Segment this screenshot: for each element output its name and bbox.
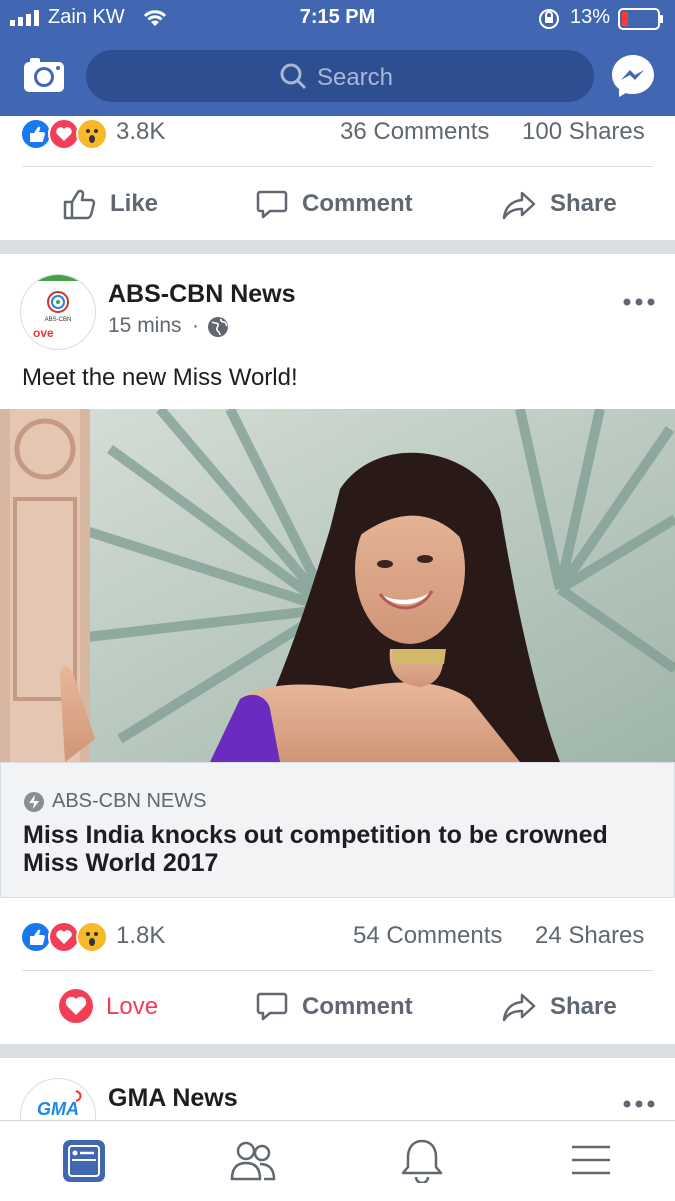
share-label: Share bbox=[550, 993, 617, 1020]
thumbs-up-icon bbox=[63, 189, 96, 220]
like-button[interactable]: Like bbox=[62, 186, 182, 222]
top-post-card: 3.8K 36 Comments 100 Shares Like Comment… bbox=[0, 116, 675, 240]
comments-count[interactable]: 36 Comments bbox=[340, 118, 489, 146]
comment-icon bbox=[256, 992, 288, 1021]
rotation-lock-icon bbox=[538, 8, 560, 35]
instant-article-icon bbox=[23, 791, 45, 818]
divider bbox=[22, 166, 653, 167]
love-icon bbox=[59, 989, 93, 1023]
reactions-count[interactable]: 1.8K bbox=[116, 922, 165, 950]
link-source: ABS-CBN NEWS bbox=[52, 790, 207, 812]
post-photo[interactable] bbox=[0, 409, 675, 762]
love-button[interactable]: Love bbox=[58, 988, 178, 1024]
battery-percent: 13% bbox=[570, 6, 611, 28]
wow-reaction-icon bbox=[76, 921, 108, 953]
shares-count[interactable]: 100 Shares bbox=[522, 118, 645, 146]
menu-icon[interactable] bbox=[570, 1143, 612, 1182]
camera-icon[interactable] bbox=[22, 56, 66, 99]
post-card: ABS-CBN ove ABS-CBN News 15 mins · Meet … bbox=[0, 254, 675, 1044]
comment-label: Comment bbox=[302, 993, 413, 1020]
more-options-icon[interactable] bbox=[622, 294, 656, 312]
comments-count[interactable]: 54 Comments bbox=[353, 922, 502, 950]
wow-reaction-icon bbox=[76, 118, 108, 150]
gma-logo-text: GMA bbox=[37, 1099, 79, 1119]
battery-icon bbox=[618, 8, 664, 35]
more-options-icon[interactable] bbox=[622, 1096, 656, 1114]
messenger-icon[interactable] bbox=[610, 53, 656, 104]
comment-label: Comment bbox=[302, 190, 413, 217]
page-avatar[interactable]: ABS-CBN ove bbox=[20, 274, 96, 350]
divider bbox=[22, 970, 653, 971]
love-label: Love bbox=[106, 993, 159, 1020]
globe-icon bbox=[206, 315, 230, 344]
link-title[interactable]: Miss India knocks out competition to be … bbox=[23, 821, 643, 877]
svg-text:ABS-CBN: ABS-CBN bbox=[45, 317, 72, 323]
like-label: Like bbox=[110, 190, 159, 217]
share-icon bbox=[502, 191, 536, 220]
post-time[interactable]: 15 mins bbox=[108, 314, 182, 338]
post-author[interactable]: GMA News bbox=[108, 1084, 238, 1113]
share-icon bbox=[502, 993, 536, 1022]
news-feed-icon[interactable] bbox=[62, 1139, 106, 1188]
share-label: Share bbox=[550, 190, 617, 217]
notifications-icon[interactable] bbox=[400, 1137, 444, 1188]
link-card[interactable]: ABS-CBN NEWS Miss India knocks out compe… bbox=[0, 409, 675, 898]
bottom-tab-bar bbox=[0, 1120, 675, 1201]
app-header: Zain KW 7:15 PM 13% Search bbox=[0, 0, 675, 116]
search-input[interactable]: Search bbox=[86, 50, 594, 102]
share-button[interactable]: Share bbox=[502, 186, 632, 222]
shares-count[interactable]: 24 Shares bbox=[535, 922, 644, 950]
svg-text:ove: ove bbox=[33, 326, 54, 340]
post-text: Meet the new Miss World! bbox=[22, 364, 298, 391]
comment-button[interactable]: Comment bbox=[256, 988, 426, 1024]
search-placeholder: Search bbox=[316, 64, 394, 91]
reaction-icons bbox=[20, 118, 110, 150]
page-avatar[interactable]: GMA bbox=[20, 1078, 96, 1120]
dot-separator: · bbox=[192, 314, 199, 337]
reactions-count[interactable]: 3.8K bbox=[116, 118, 165, 146]
friends-icon[interactable] bbox=[230, 1139, 276, 1188]
link-preview[interactable]: ABS-CBN NEWS Miss India knocks out compe… bbox=[0, 762, 675, 898]
share-button[interactable]: Share bbox=[502, 988, 632, 1024]
comment-icon bbox=[256, 190, 288, 219]
comment-button[interactable]: Comment bbox=[256, 186, 426, 222]
next-post-card: GMA GMA News bbox=[0, 1058, 675, 1120]
reaction-icons bbox=[20, 921, 110, 953]
post-author[interactable]: ABS-CBN News bbox=[108, 280, 296, 309]
